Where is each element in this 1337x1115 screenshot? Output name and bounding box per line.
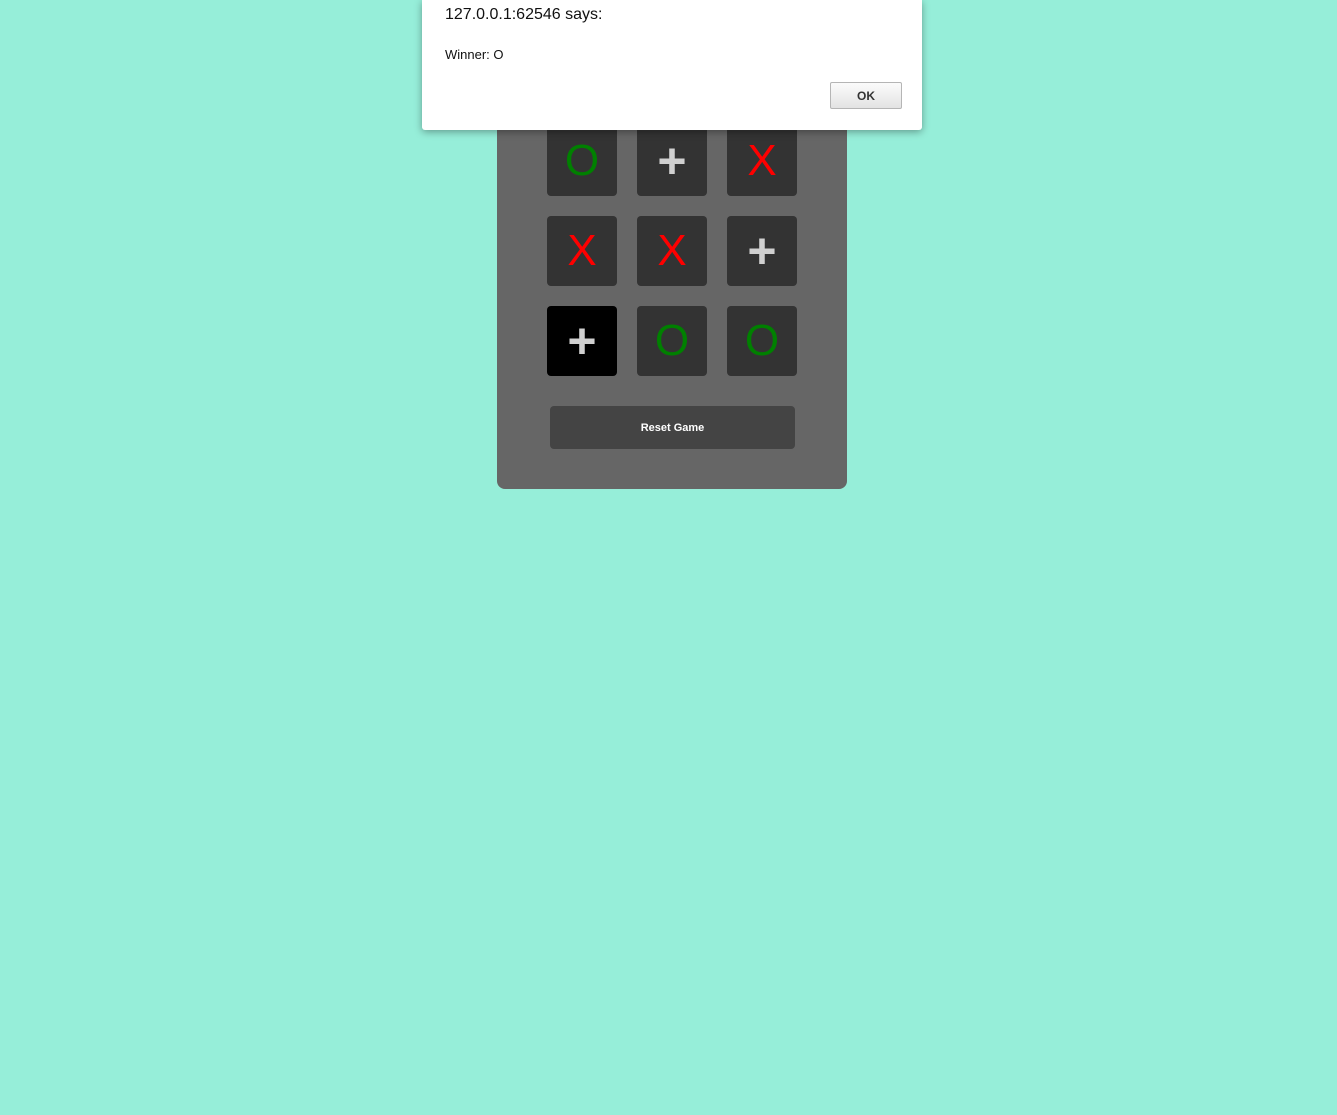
alert-ok-button[interactable]: OK (830, 82, 902, 109)
game-board: O + X X X + + O O (547, 126, 797, 376)
board-cell-r1c2[interactable]: + (637, 126, 707, 196)
board-cell-r2c1[interactable]: X (547, 216, 617, 286)
reset-game-button[interactable]: Reset Game (550, 406, 795, 449)
alert-message: Winner: O (445, 47, 504, 62)
board-cell-r2c3[interactable]: + (727, 216, 797, 286)
board-cell-r3c1[interactable]: + (547, 306, 617, 376)
board-cell-r1c3[interactable]: X (727, 126, 797, 196)
board-cell-r1c1[interactable]: O (547, 126, 617, 196)
board-cell-r2c2[interactable]: X (637, 216, 707, 286)
board-cell-r3c2[interactable]: O (637, 306, 707, 376)
board-cell-r3c3[interactable]: O (727, 306, 797, 376)
alert-title: 127.0.0.1:62546 says: (445, 6, 603, 23)
alert-dialog: 127.0.0.1:62546 says: Winner: O OK (422, 0, 922, 130)
